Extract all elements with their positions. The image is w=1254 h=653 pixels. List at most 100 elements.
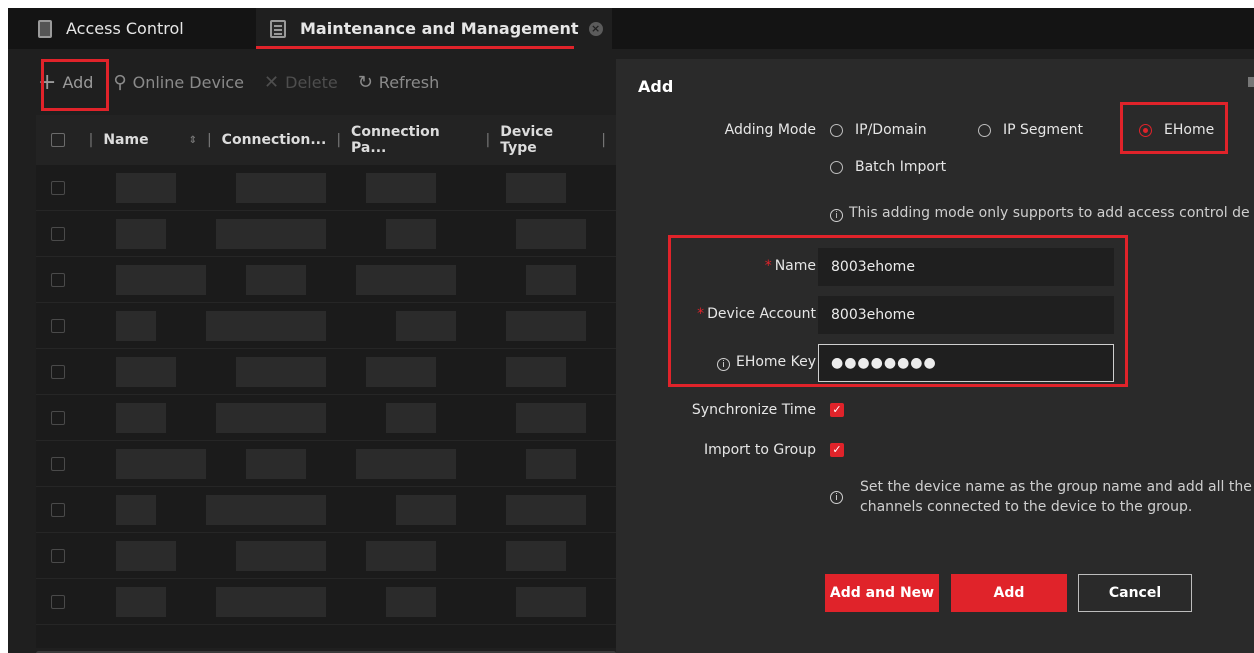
radio-circle-icon xyxy=(978,123,991,137)
tab-label: Access Control xyxy=(66,19,184,38)
ehome-highlight-box xyxy=(1120,102,1228,154)
adding-mode-label: Adding Mode xyxy=(724,122,816,138)
column-connection-parameter[interactable]: Connection Pa... xyxy=(351,124,475,156)
radio-ip-segment[interactable]: IP Segment xyxy=(978,122,1083,138)
row-checkbox[interactable] xyxy=(51,180,65,195)
table-row[interactable] xyxy=(36,349,616,395)
table-row[interactable] xyxy=(36,579,616,625)
info-icon: i xyxy=(830,491,843,504)
row-checkbox[interactable] xyxy=(51,272,65,287)
redacted-cell xyxy=(206,495,326,525)
table-row[interactable] xyxy=(36,303,616,349)
row-checkbox[interactable] xyxy=(51,456,65,471)
redacted-cell xyxy=(526,449,576,479)
table-row[interactable] xyxy=(36,487,616,533)
table-row[interactable] xyxy=(36,533,616,579)
name-label: * Name xyxy=(676,258,816,274)
redacted-cell xyxy=(366,173,436,203)
redacted-cell xyxy=(116,449,206,479)
tab-label: Maintenance and Management xyxy=(300,19,579,38)
column-header-label: Connection Pa... xyxy=(351,124,440,156)
online-device-button[interactable]: ⚲ Online Device xyxy=(113,72,244,93)
column-connection[interactable]: Connection... xyxy=(222,132,327,148)
adding-mode-hint: i This adding mode only supports to add a… xyxy=(830,205,1250,222)
search-icon: ⚲ xyxy=(113,71,127,93)
row-checkbox[interactable] xyxy=(51,410,65,425)
row-checkbox[interactable] xyxy=(51,548,65,563)
row-checkbox[interactable] xyxy=(51,226,65,241)
redacted-cell xyxy=(116,219,166,249)
radio-label: IP/Domain xyxy=(855,122,927,138)
import-group-label: Import to Group xyxy=(703,442,816,458)
select-all-checkbox[interactable] xyxy=(51,133,65,147)
redacted-cell xyxy=(116,587,166,617)
radio-label: Batch Import xyxy=(855,159,947,175)
redacted-cell xyxy=(506,541,566,571)
redacted-cell xyxy=(366,357,436,387)
table-row[interactable] xyxy=(36,165,616,211)
radio-ip-domain[interactable]: IP/Domain xyxy=(830,122,927,138)
table-body xyxy=(36,165,616,625)
column-header-label: Connection... xyxy=(221,132,327,148)
group-hint: Set the device name as the group name an… xyxy=(860,477,1252,517)
redacted-cell xyxy=(396,495,456,525)
close-icon[interactable] xyxy=(1248,77,1254,87)
redacted-cell xyxy=(116,265,206,295)
tab-maintenance-and-management[interactable]: Maintenance and Management × xyxy=(256,8,612,49)
redacted-cell xyxy=(216,219,326,249)
table-row[interactable] xyxy=(36,211,616,257)
row-checkbox[interactable] xyxy=(51,502,65,517)
ehome-key-input[interactable]: ●●●●●●●● xyxy=(818,344,1114,382)
sort-icon[interactable]: ⇕ xyxy=(189,135,197,146)
column-device-type[interactable]: Device Type xyxy=(500,124,591,156)
ehome-key-label-text: EHome Key xyxy=(735,354,816,370)
refresh-label: Refresh xyxy=(378,72,440,92)
refresh-button[interactable]: ↻ Refresh xyxy=(358,72,440,93)
table-row[interactable] xyxy=(36,395,616,441)
column-header-label: Name xyxy=(103,132,149,148)
radio-circle-icon xyxy=(830,160,843,174)
radio-label: IP Segment xyxy=(1003,122,1084,138)
radio-circle-icon xyxy=(830,123,843,137)
redacted-cell xyxy=(236,173,326,203)
row-checkbox[interactable] xyxy=(51,318,65,333)
table-row[interactable] xyxy=(36,257,616,303)
redacted-cell xyxy=(356,449,456,479)
row-checkbox[interactable] xyxy=(51,364,65,379)
sync-time-checkbox[interactable]: ✓ xyxy=(830,403,844,417)
refresh-icon: ↻ xyxy=(357,71,373,93)
redacted-cell xyxy=(356,265,456,295)
redacted-cell xyxy=(506,495,586,525)
import-group-checkbox[interactable]: ✓ xyxy=(830,443,844,457)
redacted-cell xyxy=(116,311,156,341)
redacted-cell xyxy=(516,403,586,433)
redacted-cell xyxy=(116,357,176,387)
close-icon[interactable]: × xyxy=(588,21,603,36)
device-table: | Name ⇕ | Connection... | Connection Pa… xyxy=(36,115,616,653)
ehome-key-label: i EHome Key xyxy=(676,354,816,371)
cancel-button[interactable]: Cancel xyxy=(1078,574,1192,612)
redacted-cell xyxy=(516,219,586,249)
radio-batch-import[interactable]: Batch Import xyxy=(830,159,946,175)
add-and-new-button[interactable]: Add and New xyxy=(825,574,939,612)
tab-access-control[interactable]: Access Control xyxy=(38,8,184,49)
redacted-cell xyxy=(506,311,586,341)
device-account-input[interactable] xyxy=(818,296,1114,334)
delete-button[interactable]: ✕ Delete xyxy=(264,72,338,93)
sync-time-label: Synchronize Time xyxy=(691,402,816,418)
redacted-cell xyxy=(116,495,156,525)
door-icon xyxy=(38,19,52,38)
redacted-cell xyxy=(216,587,326,617)
column-header-label: Device Type xyxy=(500,124,554,156)
row-checkbox[interactable] xyxy=(51,594,65,609)
redacted-cell xyxy=(526,265,576,295)
add-confirm-button[interactable]: Add xyxy=(951,574,1067,612)
redacted-cell xyxy=(246,265,306,295)
check-icon: ✓ xyxy=(832,403,842,416)
column-name[interactable]: Name ⇕ xyxy=(103,132,197,148)
table-row[interactable] xyxy=(36,441,616,487)
info-icon: i xyxy=(830,209,843,222)
device-account-label-text: Device Account xyxy=(707,306,816,322)
delete-label: Delete xyxy=(285,72,338,92)
name-input[interactable] xyxy=(818,248,1114,286)
